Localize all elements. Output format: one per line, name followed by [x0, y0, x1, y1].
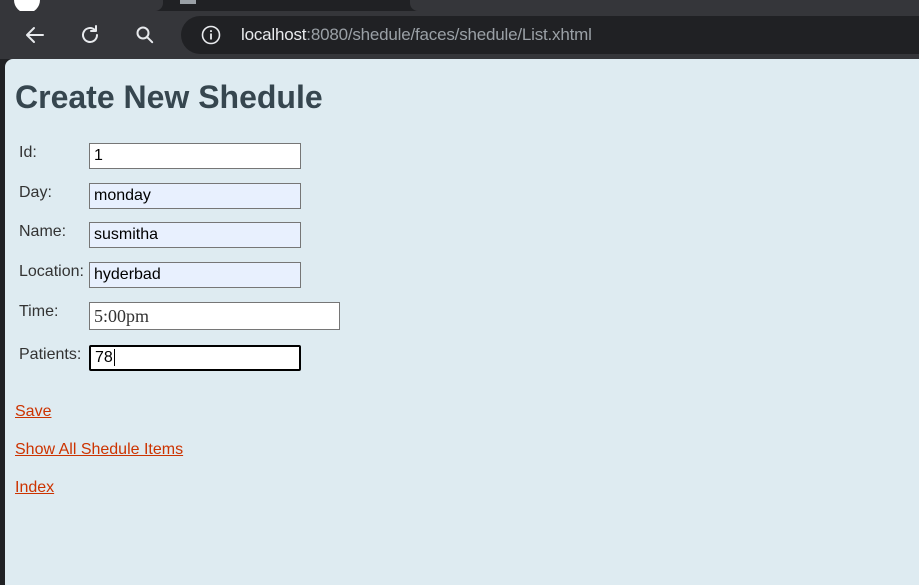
reload-button[interactable]: [76, 21, 104, 49]
patients-label: Patients:: [19, 346, 82, 363]
save-link[interactable]: Save: [15, 403, 51, 421]
url-path: :8080/shedule/faces/shedule/List.xhtml: [306, 25, 592, 44]
search-icon: [136, 26, 154, 44]
text-caret: [113, 349, 115, 367]
location-label: Location:: [19, 263, 84, 280]
page-title: Create New Shedule: [15, 79, 323, 115]
browser-toolbar: localhost:8080/shedule/faces/shedule/Lis…: [0, 11, 919, 59]
tab-strip: [0, 0, 919, 13]
index-link[interactable]: Index: [15, 479, 54, 497]
inactive-tab[interactable]: [410, 0, 919, 11]
patients-field[interactable]: 78: [89, 345, 301, 371]
site-info-icon[interactable]: [201, 25, 221, 45]
time-field[interactable]: 5:00pm: [89, 302, 340, 330]
reload-icon: [82, 25, 98, 43]
location-field[interactable]: hyderbad: [89, 262, 301, 288]
name-label: Name:: [19, 223, 67, 240]
day-field[interactable]: monday: [89, 183, 301, 209]
page-content: Create New Shedule Id: 1 Day: monday Nam…: [5, 59, 919, 585]
patients-value: 78: [95, 349, 113, 366]
id-field[interactable]: 1: [89, 143, 301, 169]
back-arrow-icon: [26, 27, 44, 43]
back-button[interactable]: [21, 21, 49, 49]
address-bar[interactable]: localhost:8080/shedule/faces/shedule/Lis…: [181, 16, 919, 54]
active-tab[interactable]: [0, 0, 163, 13]
url-text[interactable]: localhost:8080/shedule/faces/shedule/Lis…: [241, 25, 592, 45]
time-label: Time:: [19, 303, 59, 320]
name-field[interactable]: susmitha: [89, 222, 301, 248]
day-label: Day:: [19, 184, 52, 201]
url-host: localhost: [241, 25, 307, 44]
show-all-shedule-items-link[interactable]: Show All Shedule Items: [15, 441, 183, 459]
search-button[interactable]: [131, 21, 159, 49]
tab-favicon-icon: [180, 0, 196, 4]
id-label: Id:: [19, 144, 37, 161]
